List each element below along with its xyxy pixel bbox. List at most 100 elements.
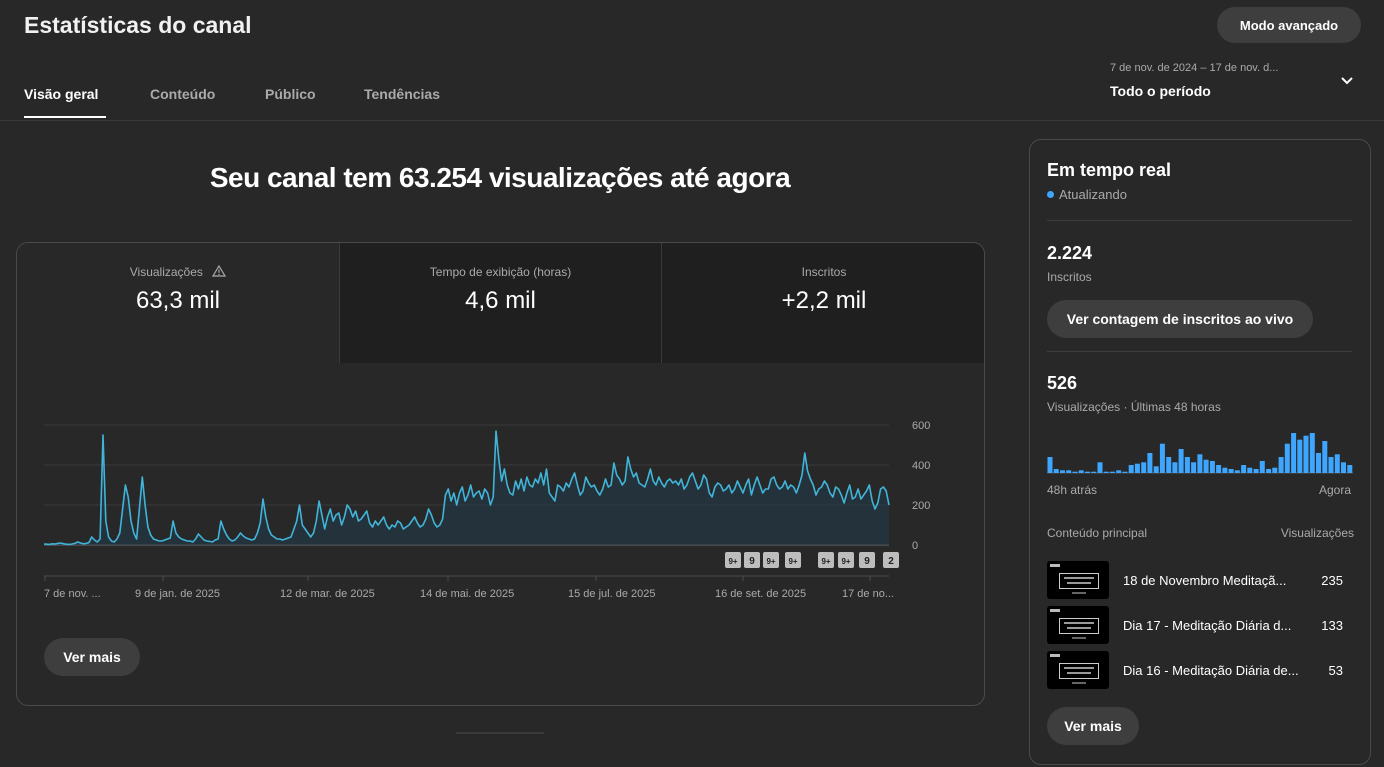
date-range-period: Todo o período <box>1110 83 1211 99</box>
realtime-subscribers-value: 2.224 <box>1047 243 1093 263</box>
realtime-bar <box>1060 470 1065 473</box>
x-tick-label: 16 de set. de 2025 <box>715 588 806 600</box>
realtime-bar <box>1291 433 1297 473</box>
realtime-bar <box>1247 467 1253 473</box>
realtime-bar <box>1047 457 1053 473</box>
realtime-bar <box>1066 470 1072 473</box>
video-title: 18 de Novembro Meditaçã... <box>1123 573 1287 588</box>
realtime-bar <box>1178 449 1184 473</box>
realtime-bar <box>1097 462 1103 473</box>
x-tick-label: 9 de jan. de 2025 <box>135 588 220 600</box>
annotation-marker-label: 9 <box>864 556 870 567</box>
metric-views-value: 63,3 mil <box>135 287 221 314</box>
realtime-bar <box>1316 453 1321 473</box>
metric-subscribers[interactable]: Inscritos +2,2 mil <box>662 243 984 363</box>
realtime-bar <box>1085 471 1090 473</box>
realtime-bar <box>1216 465 1222 473</box>
x-tick-label: 17 de no... <box>842 588 894 600</box>
live-dot-icon <box>1047 191 1054 198</box>
warning-icon <box>212 264 227 277</box>
realtime-bar <box>1322 441 1328 473</box>
annotation-marker: 9+ <box>763 552 779 568</box>
metric-subscribers-value: +2,2 mil <box>781 287 867 314</box>
x-tick-label: 15 de jul. de 2025 <box>568 588 655 600</box>
date-range-text: 7 de nov. de 2024 – 17 de nov. d... <box>1110 62 1279 74</box>
see-more-button[interactable]: Ver mais <box>44 638 140 676</box>
realtime-status: Atualizando <box>1047 187 1127 202</box>
realtime-bar <box>1091 471 1097 473</box>
realtime-bar <box>1191 462 1197 473</box>
realtime-bar <box>1134 463 1140 473</box>
video-views: 133 <box>1321 618 1343 633</box>
metric-watch-time-label: Tempo de exibição (horas) <box>429 265 572 279</box>
tab-overview[interactable]: Visão geral <box>24 86 98 102</box>
realtime-bar <box>1253 469 1259 473</box>
page-title: Estatísticas do canal <box>24 12 252 38</box>
annotation-marker-label: 9+ <box>728 557 737 566</box>
views-chart: 0 200 400 600 9+ 9 9+ 9+ 9+ 9+ 9 2 7 de nov. ... 9 de… <box>43 420 930 600</box>
realtime-bar <box>1116 470 1122 473</box>
video-title: Dia 16 - Meditação Diária de... <box>1123 663 1299 678</box>
tab-content[interactable]: Conteúdo <box>150 86 215 102</box>
date-range-selector[interactable]: 7 de nov. de 2024 – 17 de nov. d... Todo… <box>1110 60 1370 108</box>
metric-label-row: Visualizações <box>17 264 339 279</box>
realtime-bar <box>1172 462 1178 473</box>
headline: Seu canal tem 63.254 visualizações até a… <box>209 162 791 193</box>
video-thumbnail <box>1047 606 1109 644</box>
realtime-bar <box>1203 459 1209 473</box>
video-views: 53 <box>1328 663 1343 678</box>
annotation-marker-label: 9+ <box>766 557 775 566</box>
realtime-bar <box>1241 465 1247 473</box>
y-tick-label: 200 <box>912 500 930 512</box>
realtime-bar <box>1197 454 1203 473</box>
realtime-bar <box>1209 461 1215 473</box>
annotation-marker-label: 9+ <box>821 557 830 566</box>
chevron-down-icon <box>1341 77 1353 85</box>
tab-audience[interactable]: Público <box>265 86 316 102</box>
realtime-bar <box>1153 466 1159 473</box>
y-tick-label: 600 <box>912 420 930 432</box>
realtime-bar <box>1222 467 1228 473</box>
realtime-bar <box>1159 443 1165 473</box>
header-divider <box>0 120 1384 121</box>
active-tab-indicator <box>24 116 106 118</box>
live-subscriber-count-button[interactable]: Ver contagem de inscritos ao vivo <box>1047 300 1313 338</box>
bars-start-label: 48h atrás <box>1047 483 1098 497</box>
realtime-bar <box>1103 471 1109 473</box>
realtime-bar <box>1259 461 1265 473</box>
realtime-bar <box>1078 470 1084 473</box>
top-video-row[interactable]: Dia 16 - Meditação Diária de... 53 <box>1047 651 1357 691</box>
annotation-marker: 9+ <box>725 552 741 568</box>
video-views: 235 <box>1321 573 1343 588</box>
metric-watch-time[interactable]: Tempo de exibição (horas) 4,6 mil <box>340 243 661 363</box>
realtime-see-more-button[interactable]: Ver mais <box>1047 707 1139 745</box>
realtime-bar <box>1109 471 1115 473</box>
metric-views-label: Visualizações <box>129 265 203 279</box>
top-video-row[interactable]: 18 de Novembro Meditaçã... 235 <box>1047 561 1357 601</box>
top-video-row[interactable]: Dia 17 - Meditação Diária d... 133 <box>1047 606 1357 646</box>
realtime-bar <box>1166 457 1172 473</box>
realtime-bar <box>1347 465 1353 473</box>
metric-watch-time-value: 4,6 mil <box>465 287 536 314</box>
realtime-bar <box>1228 469 1234 473</box>
advanced-mode-button[interactable]: Modo avançado <box>1217 7 1361 43</box>
realtime-bar <box>1334 454 1340 473</box>
y-tick-label: 400 <box>912 460 930 472</box>
x-tick-label: 12 de mar. de 2025 <box>280 588 375 600</box>
video-title: Dia 17 - Meditação Diária d... <box>1123 618 1292 633</box>
annotation-marker: 9 <box>859 552 875 568</box>
metric-subscribers-label: Inscritos <box>801 265 847 279</box>
divider <box>1047 351 1352 352</box>
realtime-bar <box>1128 465 1134 473</box>
annotation-marker: 9+ <box>785 552 801 568</box>
tab-trends[interactable]: Tendências <box>364 86 440 102</box>
annotation-marker: 2 <box>883 552 899 568</box>
realtime-bar <box>1297 439 1303 473</box>
x-tick-label: 14 de mai. de 2025 <box>420 588 514 600</box>
metric-views[interactable]: Visualizações 63,3 mil <box>17 243 339 363</box>
realtime-subscribers-label: Inscritos <box>1047 270 1092 284</box>
realtime-card: Em tempo real Atualizando 2.224 Inscrito… <box>1029 139 1371 765</box>
top-content-label: Conteúdo principal <box>1047 526 1148 540</box>
realtime-bar <box>1147 453 1153 473</box>
views-area <box>44 431 889 545</box>
